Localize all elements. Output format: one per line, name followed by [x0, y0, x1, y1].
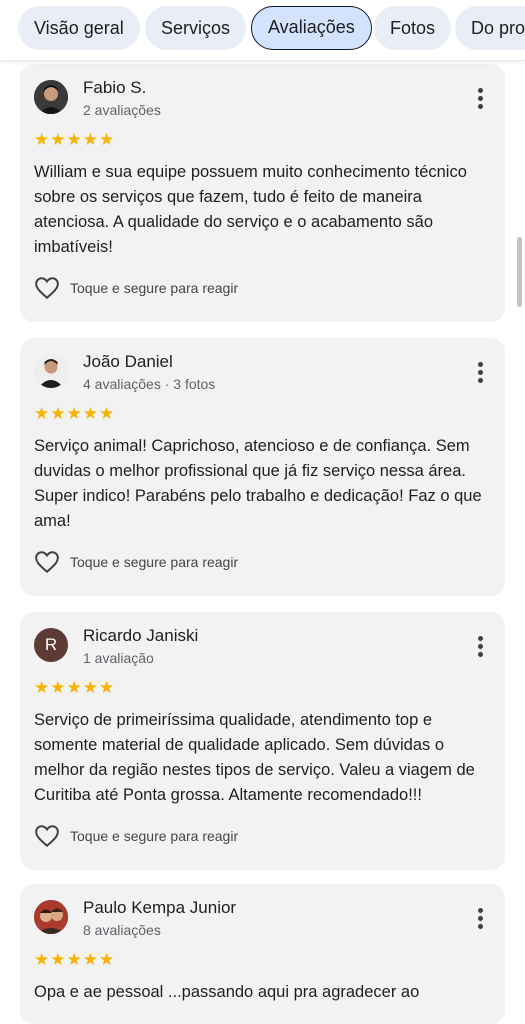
more-options-icon[interactable] — [477, 362, 483, 384]
react-label: Toque e segure para reagir — [70, 828, 239, 844]
tab-overview[interactable]: Visão geral — [18, 6, 140, 50]
scrollbar[interactable] — [517, 237, 522, 307]
review-text: William e sua equipe possuem muito conhe… — [34, 163, 467, 256]
react-button[interactable]: Toque e segure para reagir — [34, 276, 238, 300]
avatar[interactable]: R — [34, 628, 68, 662]
review-card: Fabio S. 2 avaliações ★★★★★ William e su… — [20, 64, 505, 322]
reviewer-name[interactable]: Paulo Kempa Junior — [83, 898, 236, 918]
review-text: Serviço de primeiríssima qualidade, aten… — [34, 711, 475, 804]
heart-icon — [35, 551, 59, 574]
reviewer-name[interactable]: Ricardo Janiski — [83, 626, 198, 646]
tab-photos[interactable]: Fotos — [374, 6, 452, 50]
tab-owner[interactable]: Do prop — [455, 6, 525, 50]
review-text: Opa e ae pessoal ...passando aqui pra ag… — [34, 983, 420, 1001]
review-card: Paulo Kempa Junior 8 avaliações ★★★★★ Op… — [20, 884, 505, 1024]
more-options-icon[interactable] — [477, 908, 483, 930]
reviewer-meta: 2 avaliações — [83, 102, 161, 118]
more-options-icon[interactable] — [477, 636, 483, 658]
more-options-icon[interactable] — [477, 88, 483, 110]
reviewer-meta: 8 avaliações — [83, 922, 161, 938]
reviewer-name[interactable]: Fabio S. — [83, 78, 146, 98]
avatar[interactable] — [34, 354, 68, 388]
heart-icon — [35, 277, 59, 300]
react-button[interactable]: Toque e segure para reagir — [34, 824, 238, 848]
reviewer-meta: 4 avaliações · 3 fotos — [83, 376, 216, 392]
heart-icon — [35, 825, 59, 848]
star-rating: ★★★★★ — [34, 404, 116, 423]
avatar[interactable] — [34, 900, 68, 934]
tab-bar: Visão geral Serviços Avaliações Fotos Do… — [0, 0, 525, 61]
review-card: João Daniel 4 avaliações · 3 fotos ★★★★★… — [20, 338, 505, 596]
reviewer-meta: 1 avaliação — [83, 650, 154, 666]
review-card: R Ricardo Janiski 1 avaliação ★★★★★ Serv… — [20, 612, 505, 870]
react-label: Toque e segure para reagir — [70, 280, 239, 296]
reviewer-name[interactable]: João Daniel — [83, 352, 173, 372]
react-label: Toque e segure para reagir — [70, 554, 239, 570]
avatar[interactable] — [34, 80, 68, 114]
tab-reviews[interactable]: Avaliações — [251, 6, 372, 50]
tab-services[interactable]: Serviços — [145, 6, 247, 50]
star-rating: ★★★★★ — [34, 130, 116, 149]
review-text: Serviço animal! Caprichoso, atencioso e … — [34, 437, 482, 530]
star-rating: ★★★★★ — [34, 678, 116, 697]
star-rating: ★★★★★ — [34, 950, 116, 969]
react-button[interactable]: Toque e segure para reagir — [34, 550, 238, 574]
